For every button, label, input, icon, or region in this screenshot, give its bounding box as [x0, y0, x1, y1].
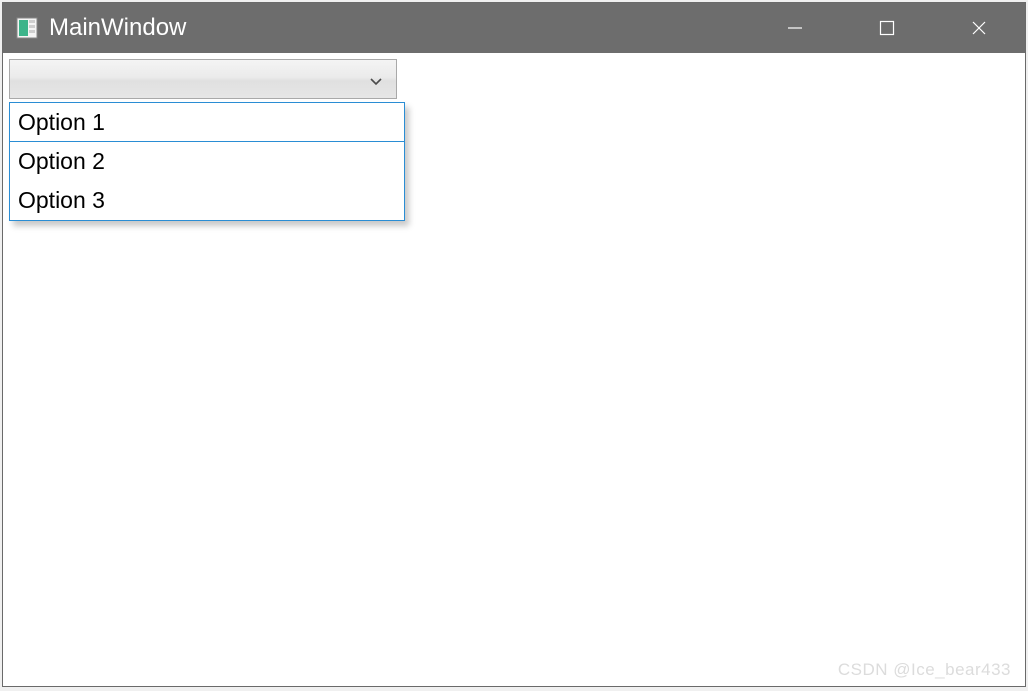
window-title: MainWindow	[49, 14, 749, 42]
titlebar[interactable]: MainWindow	[3, 3, 1025, 53]
client-area: Option 1 Option 2 Option 3 CSDN @Ice_bea…	[3, 53, 1025, 686]
combobox-option-label: Option 2	[18, 148, 105, 175]
combobox-dropdown: Option 1 Option 2 Option 3	[9, 102, 405, 221]
app-icon	[15, 16, 39, 40]
combobox-option[interactable]: Option 1	[10, 103, 404, 142]
combobox-option[interactable]: Option 3	[10, 181, 404, 220]
close-button[interactable]	[933, 3, 1025, 53]
combobox-option-label: Option 3	[18, 187, 105, 214]
minimize-button[interactable]	[749, 3, 841, 53]
combobox[interactable]	[9, 59, 397, 99]
chevron-down-icon	[370, 73, 382, 85]
main-window: MainWindow Option 1 Option 2	[2, 2, 1026, 687]
window-controls	[749, 3, 1025, 53]
combobox-option[interactable]: Option 2	[10, 142, 404, 181]
maximize-button[interactable]	[841, 3, 933, 53]
combobox-option-label: Option 1	[18, 109, 105, 136]
watermark-text: CSDN @Ice_bear433	[838, 660, 1011, 680]
